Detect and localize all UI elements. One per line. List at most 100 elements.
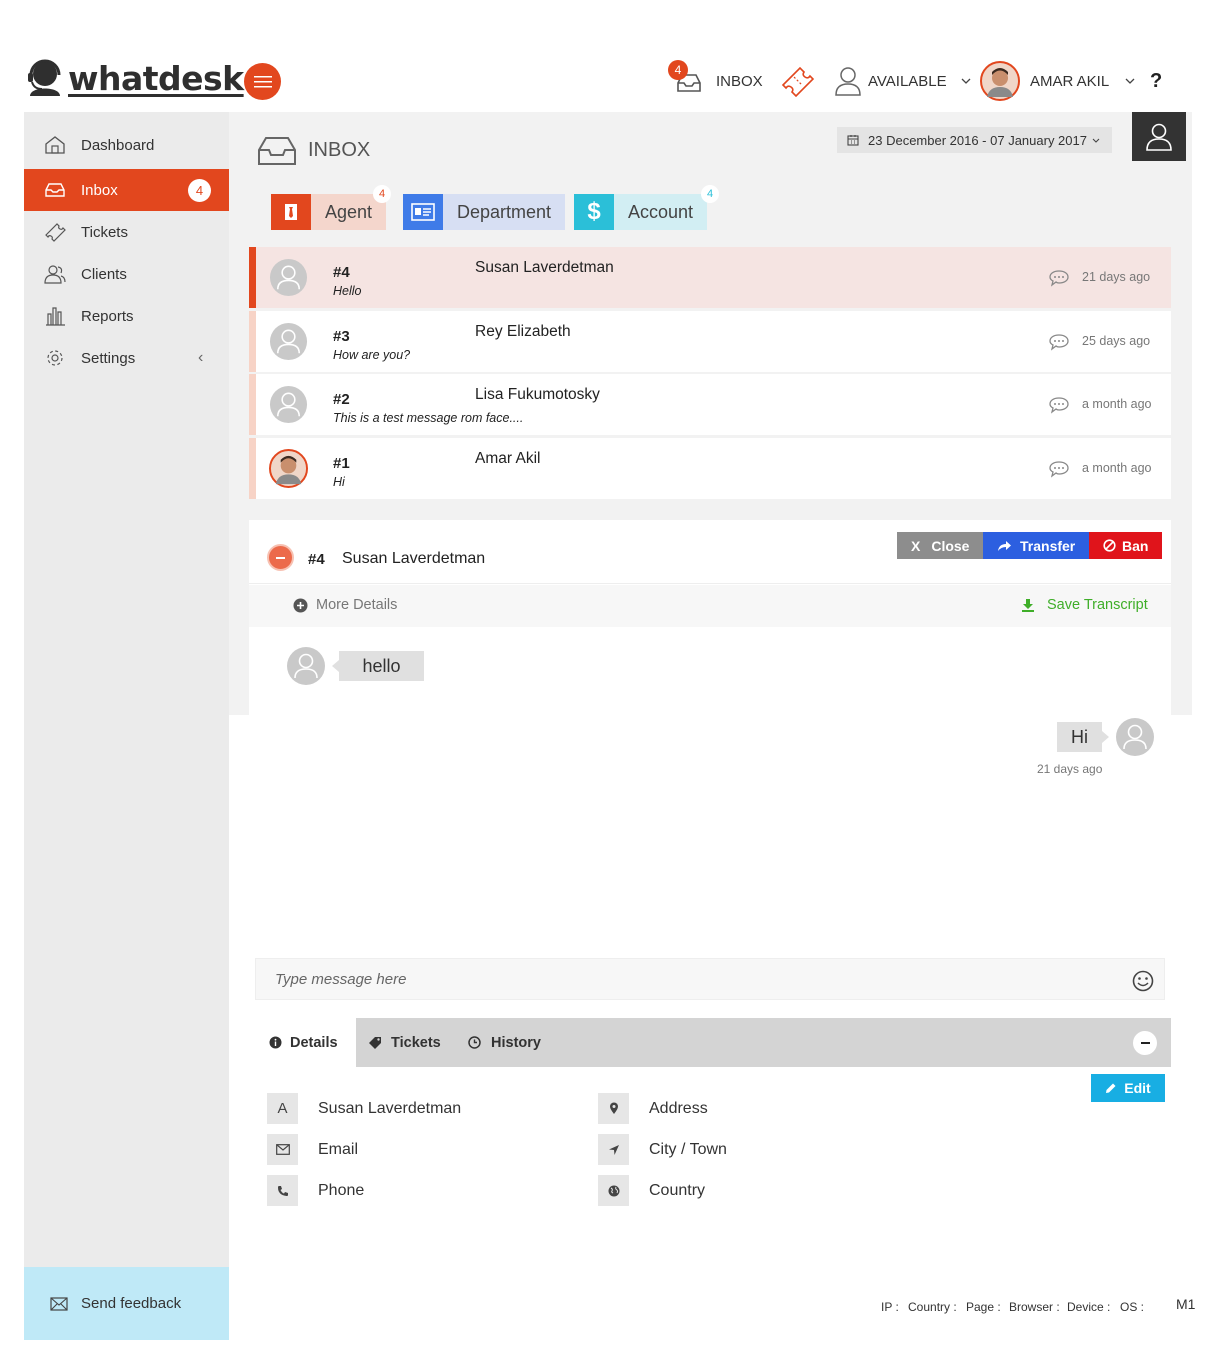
message-input-placeholder: Type message here [275,970,407,988]
collapse-details-button[interactable] [1133,1031,1157,1055]
conversation-time: a month ago [1082,397,1152,411]
conversation-row[interactable]: #4 Hello Susan Laverdetman 21 days ago [249,247,1171,308]
bubble-tail [1102,731,1109,743]
filter-agent[interactable]: Agent 4 [271,185,391,230]
name-initial-icon: A [267,1093,298,1124]
reports-icon [46,307,65,326]
client-email-field: Email [267,1134,358,1165]
sidebar-item-clients[interactable]: Clients [24,253,229,295]
avatar-placeholder-icon [269,385,308,424]
minus-icon [276,556,285,559]
sidebar-item-label: Tickets [81,223,128,241]
more-details-label: More Details [316,597,398,613]
logo[interactable]: whatdesk [26,58,244,98]
save-transcript-button[interactable]: Save Transcript [1021,597,1148,613]
client-details-panel: Details Tickets History Edit A Susan Lav… [249,1018,1171,1282]
menu-toggle-button[interactable] [244,63,281,100]
chat-panel: #4 Susan Laverdetman X Close Transfer Ba… [249,520,1171,1006]
transfer-button[interactable]: Transfer [983,532,1090,559]
top-tickets-link[interactable] [780,60,816,102]
hamburger-icon [253,75,272,87]
sidebar-item-label: Settings [81,349,136,367]
filter-account[interactable]: $ Account 4 [574,185,719,230]
visitor-page-label: Page : [966,1300,1001,1314]
user-name: AMAR AKIL [1030,72,1110,90]
clock-icon [468,1036,481,1049]
conversation-time: 21 days ago [1082,270,1151,284]
user-menu-dropdown[interactable]: AMAR AKIL [980,60,1135,102]
location-arrow-icon [598,1134,629,1165]
sidebar-item-dashboard[interactable]: Dashboard [24,124,229,166]
edit-label: Edit [1124,1080,1151,1096]
filter-account-badge: 4 [701,185,719,203]
sidebar-item-inbox[interactable]: Inbox 4 [24,169,241,211]
conversation-time: 25 days ago [1082,334,1151,348]
calendar-icon [847,135,859,146]
conversation-preview: How are you? [333,348,411,362]
ban-button[interactable]: Ban [1089,532,1163,559]
close-chat-button[interactable]: X Close [897,532,984,559]
conversation-client-name: Lisa Fukumotosky [475,386,600,403]
sidebar: Dashboard Inbox 4 Tickets Clients Report… [24,112,241,1340]
client-message-bubble: hello [339,651,424,681]
tab-history[interactable]: History [468,1018,541,1067]
date-range-picker[interactable]: 23 December 2016 - 07 January 2017 [837,127,1112,153]
inbox-icon [45,183,65,197]
inbox-count-badge: 4 [188,179,211,202]
sidebar-item-tickets[interactable]: Tickets [24,211,229,253]
conversation-preview: Hi [333,475,345,489]
client-city-field: City / Town [598,1134,727,1165]
sidebar-item-label: Inbox [81,181,118,199]
chat-header: #4 Susan Laverdetman X Close Transfer Ba… [249,520,1171,584]
chat-details-bar: More Details Save Transcript [249,585,1171,627]
globe-icon [598,1175,629,1206]
tab-details[interactable]: Details [249,1018,356,1067]
chevron-left-icon: ‹ [198,349,204,366]
user-avatar [269,449,308,488]
filter-department[interactable]: Department [403,194,566,230]
send-feedback-button[interactable]: Send feedback [24,1267,229,1340]
chat-bubble-icon [1049,461,1069,478]
visitor-country-label: Country : [908,1300,957,1314]
help-button[interactable]: ? [1150,60,1162,102]
edit-client-button[interactable]: Edit [1091,1074,1165,1102]
transfer-label: Transfer [1020,537,1076,554]
more-details-toggle[interactable]: More Details [293,597,397,613]
agent-avatar-placeholder-icon [1116,718,1154,756]
conversation-row[interactable]: #2 This is a test message rom face.... L… [249,374,1171,435]
conversation-row[interactable]: #1 Hi Amar Akil a month ago [249,438,1171,499]
visitor-browser-label: Browser : [1009,1300,1060,1314]
agent-icon [271,194,311,230]
headset-logo-icon [28,59,61,96]
sidebar-item-settings[interactable]: Settings ‹ [24,337,229,379]
user-outline-icon [835,67,861,96]
emoji-icon[interactable] [1132,970,1154,992]
date-range-text: 23 December 2016 - 07 January 2017 [868,132,1087,148]
chat-bubble-icon [1049,270,1069,287]
tag-icon [369,1037,381,1049]
top-inbox-link[interactable]: 4 INBOX [668,60,763,102]
chevron-down-icon [1125,78,1135,84]
envelope-icon [267,1134,298,1165]
x-icon: X [911,537,921,554]
logo-text: whatdesk [68,58,244,98]
plus-circle-icon [293,598,308,612]
avatar-placeholder-icon [269,258,308,297]
ticket-icon [781,66,815,97]
gear-icon [47,350,63,366]
sidebar-item-reports[interactable]: Reports [24,295,229,337]
client-phone-value: Phone [318,1181,365,1199]
conversation-row[interactable]: #3 How are you? Rey Elizabeth 25 days ag… [249,311,1171,372]
inbox-tray-icon [258,137,296,165]
tab-tickets[interactable]: Tickets [368,1018,441,1067]
collapse-chat-button[interactable] [267,544,294,571]
dollar-icon: $ [574,194,614,230]
tab-details-label: Details [290,1034,338,1051]
info-circle-icon [269,1036,282,1049]
availability-dropdown[interactable]: AVAILABLE [834,60,971,102]
visitor-profile-button[interactable] [1132,112,1186,161]
filter-account-label: Account [614,194,708,230]
availability-label: AVAILABLE [868,72,947,90]
dashboard-icon [45,136,65,154]
message-input[interactable]: Type message here [255,958,1165,1000]
